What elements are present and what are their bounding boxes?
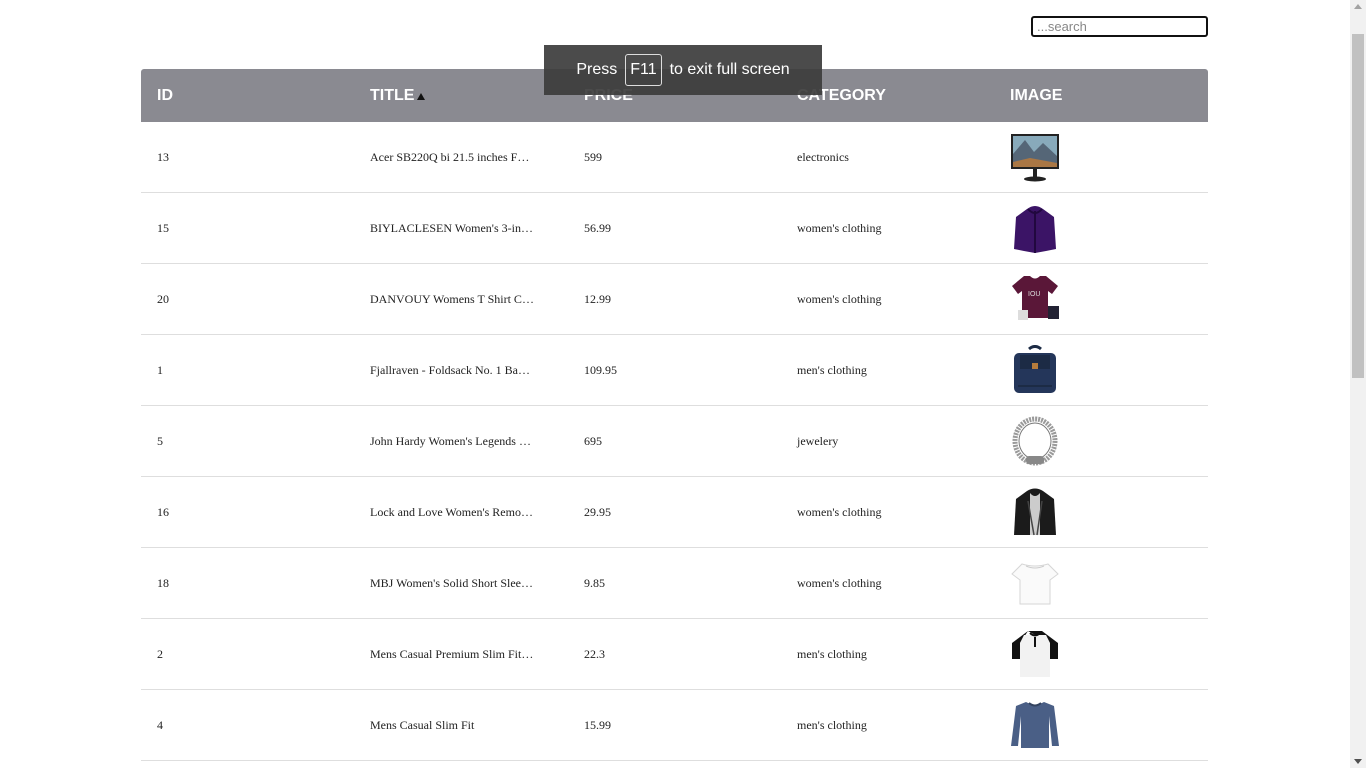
- cell-price: 109.95: [584, 362, 617, 377]
- cell-image: IOU: [994, 274, 1208, 324]
- product-image: [1010, 558, 1060, 608]
- cell-price: 599: [584, 149, 602, 164]
- table-body: 13 Acer SB220Q bi 21.5 inches Full HD (19…: [141, 122, 1208, 761]
- cell-title: MBJ Women's Solid Short Sleeve Boat Neck…: [370, 575, 568, 590]
- cell-title: DANVOUY Womens T Shirt Casual Cotton Sho…: [370, 291, 568, 306]
- cell-title: Fjallraven - Foldsack No. 1 Backpack, Fi…: [370, 362, 568, 377]
- cell-id: 13: [157, 149, 169, 164]
- cell-image: [994, 700, 1208, 750]
- cell-title: BIYLACLESEN Women's 3-in-1 Snowboard Jac…: [370, 220, 568, 235]
- table-row[interactable]: 20 DANVOUY Womens T Shirt Casual Cotton S…: [141, 264, 1208, 335]
- column-header-label: ID: [157, 86, 173, 104]
- vertical-scrollbar[interactable]: [1350, 0, 1366, 768]
- notice-text-after: to exit full screen: [669, 61, 790, 78]
- cell-title: John Hardy Women's Legends Naga Gold & S…: [370, 433, 568, 448]
- cell-category: women's clothing: [797, 575, 882, 590]
- cell-id: 4: [157, 717, 163, 732]
- cell-title: Mens Casual Slim Fit: [370, 717, 475, 732]
- product-image: [1010, 345, 1060, 395]
- page: ID TITLE PRICE CATEGORY IMAGE 13Acer SB2…: [0, 0, 1350, 768]
- search-input[interactable]: [1031, 16, 1208, 37]
- table-row[interactable]: 16 Lock and Love Women's Removable Hooded…: [141, 477, 1208, 548]
- column-header-image[interactable]: IMAGE: [994, 87, 1208, 105]
- cell-image: [994, 203, 1208, 253]
- cell-price: 29.95: [584, 504, 611, 519]
- cell-id: 1: [157, 362, 163, 377]
- cell-category: electronics: [797, 149, 849, 164]
- notice-text-before: Press: [576, 61, 618, 78]
- cell-id: 20: [157, 291, 169, 306]
- table-row[interactable]: 2 Mens Casual Premium Slim Fit T-Shirts 22…: [141, 619, 1208, 690]
- products-table: ID TITLE PRICE CATEGORY IMAGE 13 Acer SB2…: [141, 69, 1208, 761]
- cell-id: 15: [157, 220, 169, 235]
- cell-price: 56.99: [584, 220, 611, 235]
- table-row[interactable]: 15 BIYLACLESEN Women's 3-in-1 Snowboard J…: [141, 193, 1208, 264]
- column-header-title[interactable]: TITLE: [354, 87, 568, 105]
- cell-image: [994, 558, 1208, 608]
- scroll-down-arrow-icon[interactable]: [1354, 759, 1362, 764]
- cell-category: men's clothing: [797, 646, 867, 661]
- product-image: [1010, 629, 1060, 679]
- column-header-label: IMAGE: [1010, 86, 1063, 104]
- cell-image: [994, 629, 1208, 679]
- product-image: [1010, 132, 1060, 182]
- column-header-label: TITLE: [370, 86, 415, 104]
- cell-id: 16: [157, 504, 169, 519]
- f11-key-badge: F11: [625, 54, 662, 86]
- cell-title: Lock and Love Women's Removable Hooded F…: [370, 504, 568, 519]
- cell-id: 18: [157, 575, 169, 590]
- cell-price: 695: [584, 433, 602, 448]
- cell-price: 9.85: [584, 575, 605, 590]
- cell-id: 5: [157, 433, 163, 448]
- product-image: IOU: [1010, 274, 1060, 324]
- table-row[interactable]: 4 Mens Casual Slim Fit 15.99 men's clothing: [141, 690, 1208, 761]
- table-row[interactable]: 1 Fjallraven - Foldsack No. 1 Backpack, F…: [141, 335, 1208, 406]
- product-image: [1010, 700, 1060, 750]
- cell-image: [994, 132, 1208, 182]
- cell-category: men's clothing: [797, 717, 867, 732]
- table-row[interactable]: 18 MBJ Women's Solid Short Sleeve Boat Ne…: [141, 548, 1208, 619]
- cell-category: women's clothing: [797, 291, 882, 306]
- cell-category: women's clothing: [797, 504, 882, 519]
- cell-category: women's clothing: [797, 220, 882, 235]
- svg-text:IOU: IOU: [1028, 291, 1040, 298]
- cell-image: [994, 416, 1208, 466]
- column-header-id[interactable]: ID: [141, 87, 354, 105]
- table-row[interactable]: 5 John Hardy Women's Legends Naga Gold & …: [141, 406, 1208, 477]
- scroll-up-arrow-icon[interactable]: [1354, 4, 1362, 9]
- cell-category: men's clothing: [797, 362, 867, 377]
- product-image: [1010, 203, 1060, 253]
- cell-price: 22.3: [584, 646, 605, 661]
- cell-image: [994, 487, 1208, 537]
- cell-id: 2: [157, 646, 163, 661]
- cell-price: 12.99: [584, 291, 611, 306]
- cell-title: Mens Casual Premium Slim Fit T-Shirts: [370, 646, 563, 661]
- product-image: [1010, 487, 1060, 537]
- cell-title: Acer SB220Q bi 21.5 inches Full HD (1920…: [370, 149, 568, 164]
- product-image: [1010, 416, 1060, 466]
- cell-price: 15.99: [584, 717, 611, 732]
- cell-category: jewelery: [797, 433, 839, 448]
- sort-ascending-icon: [417, 92, 426, 100]
- table-row[interactable]: 13 Acer SB220Q bi 21.5 inches Full HD (19…: [141, 122, 1208, 193]
- cell-image: [994, 345, 1208, 395]
- scrollbar-thumb[interactable]: [1352, 34, 1364, 378]
- fullscreen-exit-notice: Press F11 to exit full screen: [544, 45, 822, 95]
